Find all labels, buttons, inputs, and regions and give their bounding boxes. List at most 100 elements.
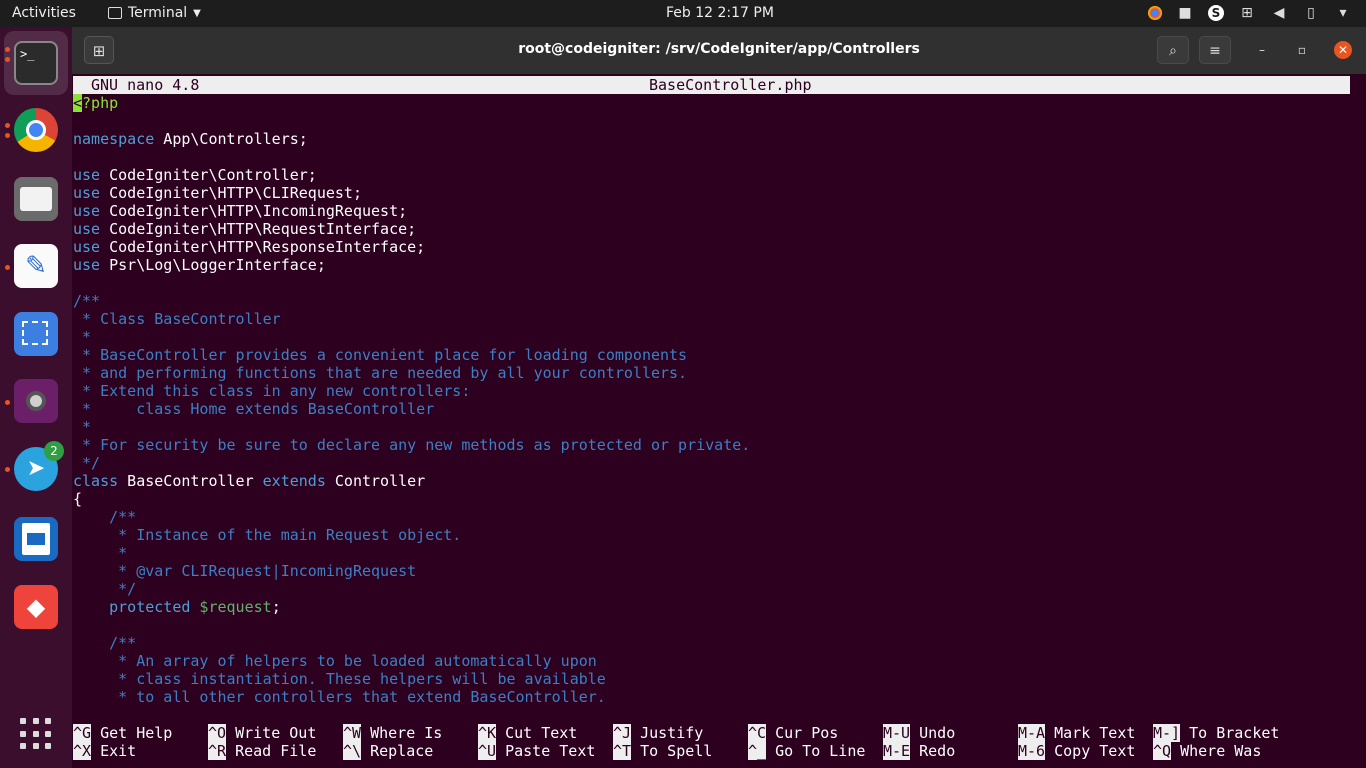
shortcut-key: M-6 [1018, 742, 1046, 760]
shortcut-item: ^R Read File [208, 742, 316, 760]
code-line: /** [73, 634, 750, 652]
code-text: CodeIgniter\HTTP\ResponseInterface; [100, 238, 426, 256]
system-tray[interactable]: ■ S ⊞ ◀ ▯ ▾ [1148, 4, 1352, 22]
shortcut-key: ^K [478, 724, 497, 742]
clock[interactable]: Feb 12 2:17 PM [666, 5, 774, 21]
volume-icon[interactable]: ◀ [1270, 4, 1288, 22]
text-cursor: < [73, 94, 83, 112]
code-keyword: use [73, 238, 101, 256]
shortcut-label: Redo [910, 742, 956, 760]
shortcut-key: ^\ [343, 742, 362, 760]
shortcut-item: ^C Cur Pos [748, 724, 838, 742]
code-comment: * An array of helpers to be loaded autom… [73, 652, 597, 670]
search-button[interactable]: ⌕ [1157, 36, 1189, 64]
code-line: use CodeIgniter\HTTP\ResponseInterface; [73, 238, 750, 256]
power-menu-icon[interactable]: ▾ [1334, 4, 1352, 22]
code-line: use Psr\Log\LoggerInterface; [73, 256, 750, 274]
shortcut-key: ^J [613, 724, 632, 742]
app-menu[interactable]: Terminal ▼ [108, 5, 201, 21]
battery-icon[interactable]: ▯ [1302, 4, 1320, 22]
shortcut-key: M-E [883, 742, 911, 760]
php-open-tag: ?php [82, 94, 119, 112]
shortcut-label: Copy Text [1045, 742, 1136, 760]
code-comment: * [73, 418, 92, 436]
code-line: use CodeIgniter\HTTP\IncomingRequest; [73, 202, 750, 220]
shortcut-key: ^X [73, 742, 92, 760]
editor-text-area[interactable]: <?php namespace App\Controllers; use CodeI… [73, 94, 750, 706]
shortcut-item: ^X Exit [73, 742, 136, 760]
shortcut-item: ^O Write Out [208, 724, 316, 742]
terminal-app-icon[interactable]: >_ [14, 41, 58, 85]
screenshot-icon[interactable] [14, 312, 58, 356]
code-comment: /** [73, 508, 137, 526]
shortcut-label: Cur Pos [766, 724, 839, 742]
shortcut-item: ^K Cut Text [478, 724, 577, 742]
code-text: Controller [325, 472, 426, 490]
shortcut-key: M-U [883, 724, 911, 742]
code-text: CodeIgniter\HTTP\IncomingRequest; [100, 202, 408, 220]
terminal-view[interactable]: GNU nano 4.8 BaseController.php <?php nam… [72, 74, 1366, 768]
text-editor-icon[interactable]: ✎ [14, 244, 58, 288]
nano-version: GNU nano 4.8 [91, 76, 200, 94]
shortcut-item: M-] To Bracket [1153, 724, 1279, 742]
code-comment: * @var CLIRequest|IncomingRequest [73, 562, 417, 580]
code-line: class BaseController extends Controller [73, 472, 750, 490]
caret-down-icon: ▼ [193, 7, 201, 19]
code-keyword: extends [262, 472, 326, 490]
running-indicator [5, 47, 10, 52]
shortcut-key: M-A [1018, 724, 1046, 742]
code-line: { [73, 490, 750, 508]
code-keyword: protected [73, 598, 191, 616]
code-keyword: use [73, 184, 101, 202]
chrome-icon[interactable] [14, 108, 58, 152]
camera-icon[interactable]: ■ [1176, 4, 1194, 22]
running-indicator [5, 467, 10, 472]
code-line: */ [73, 454, 750, 472]
shortcut-item: M-E Redo [883, 742, 955, 760]
anydesk-icon[interactable]: ◆ [14, 585, 58, 629]
shortcut-item: M-6 Copy Text [1018, 742, 1135, 760]
video-recorder-icon[interactable] [14, 379, 58, 423]
writer-icon[interactable] [14, 517, 58, 561]
shortcut-key: ^C [748, 724, 767, 742]
terminal-header-bar: ⊞ root@codeigniter: /srv/CodeIgniter/app… [72, 27, 1366, 74]
nano-title-bar: GNU nano 4.8 BaseController.php [73, 76, 1350, 94]
code-line: * class Home extends BaseController [73, 400, 750, 418]
code-comment: * For security be sure to declare any ne… [73, 436, 751, 454]
shortcut-label: Get Help [91, 724, 173, 742]
skype-icon[interactable]: S [1208, 5, 1224, 21]
shortcut-key: ^T [613, 742, 632, 760]
activities-button[interactable]: Activities [12, 5, 76, 21]
shortcut-label: Justify [631, 724, 704, 742]
code-comment: */ [73, 580, 137, 598]
code-comment: * to all other controllers that extend B… [73, 688, 606, 706]
code-text: BaseController [118, 472, 263, 490]
maximize-button[interactable]: ▫ [1293, 41, 1311, 59]
network-icon[interactable]: ⊞ [1238, 4, 1256, 22]
minimize-button[interactable]: – [1253, 41, 1271, 59]
code-line: */ [73, 580, 750, 598]
code-line: * class instantiation. These helpers wil… [73, 670, 750, 688]
code-line: /** [73, 508, 750, 526]
code-keyword: use [73, 166, 101, 184]
dock: >_ ✎ ➤ 2 ◆ [0, 27, 72, 768]
shortcut-item: ^U Paste Text [478, 742, 595, 760]
shortcut-item: ^G Get Help [73, 724, 172, 742]
telegram-icon[interactable]: ➤ 2 [14, 441, 64, 491]
code-text: CodeIgniter\HTTP\RequestInterface; [100, 220, 417, 238]
hamburger-menu-button[interactable]: ≡ [1199, 36, 1231, 64]
code-line: use CodeIgniter\HTTP\RequestInterface; [73, 220, 750, 238]
code-keyword: use [73, 256, 101, 274]
close-button[interactable]: ✕ [1334, 41, 1352, 59]
shortcut-label: Cut Text [496, 724, 578, 742]
chrome-tray-icon[interactable] [1148, 6, 1162, 20]
code-line: * An array of helpers to be loaded autom… [73, 652, 750, 670]
code-text: CodeIgniter\HTTP\CLIRequest; [100, 184, 362, 202]
show-applications-icon[interactable] [20, 718, 52, 750]
files-icon[interactable] [14, 177, 58, 221]
shortcut-key: ^W [343, 724, 362, 742]
